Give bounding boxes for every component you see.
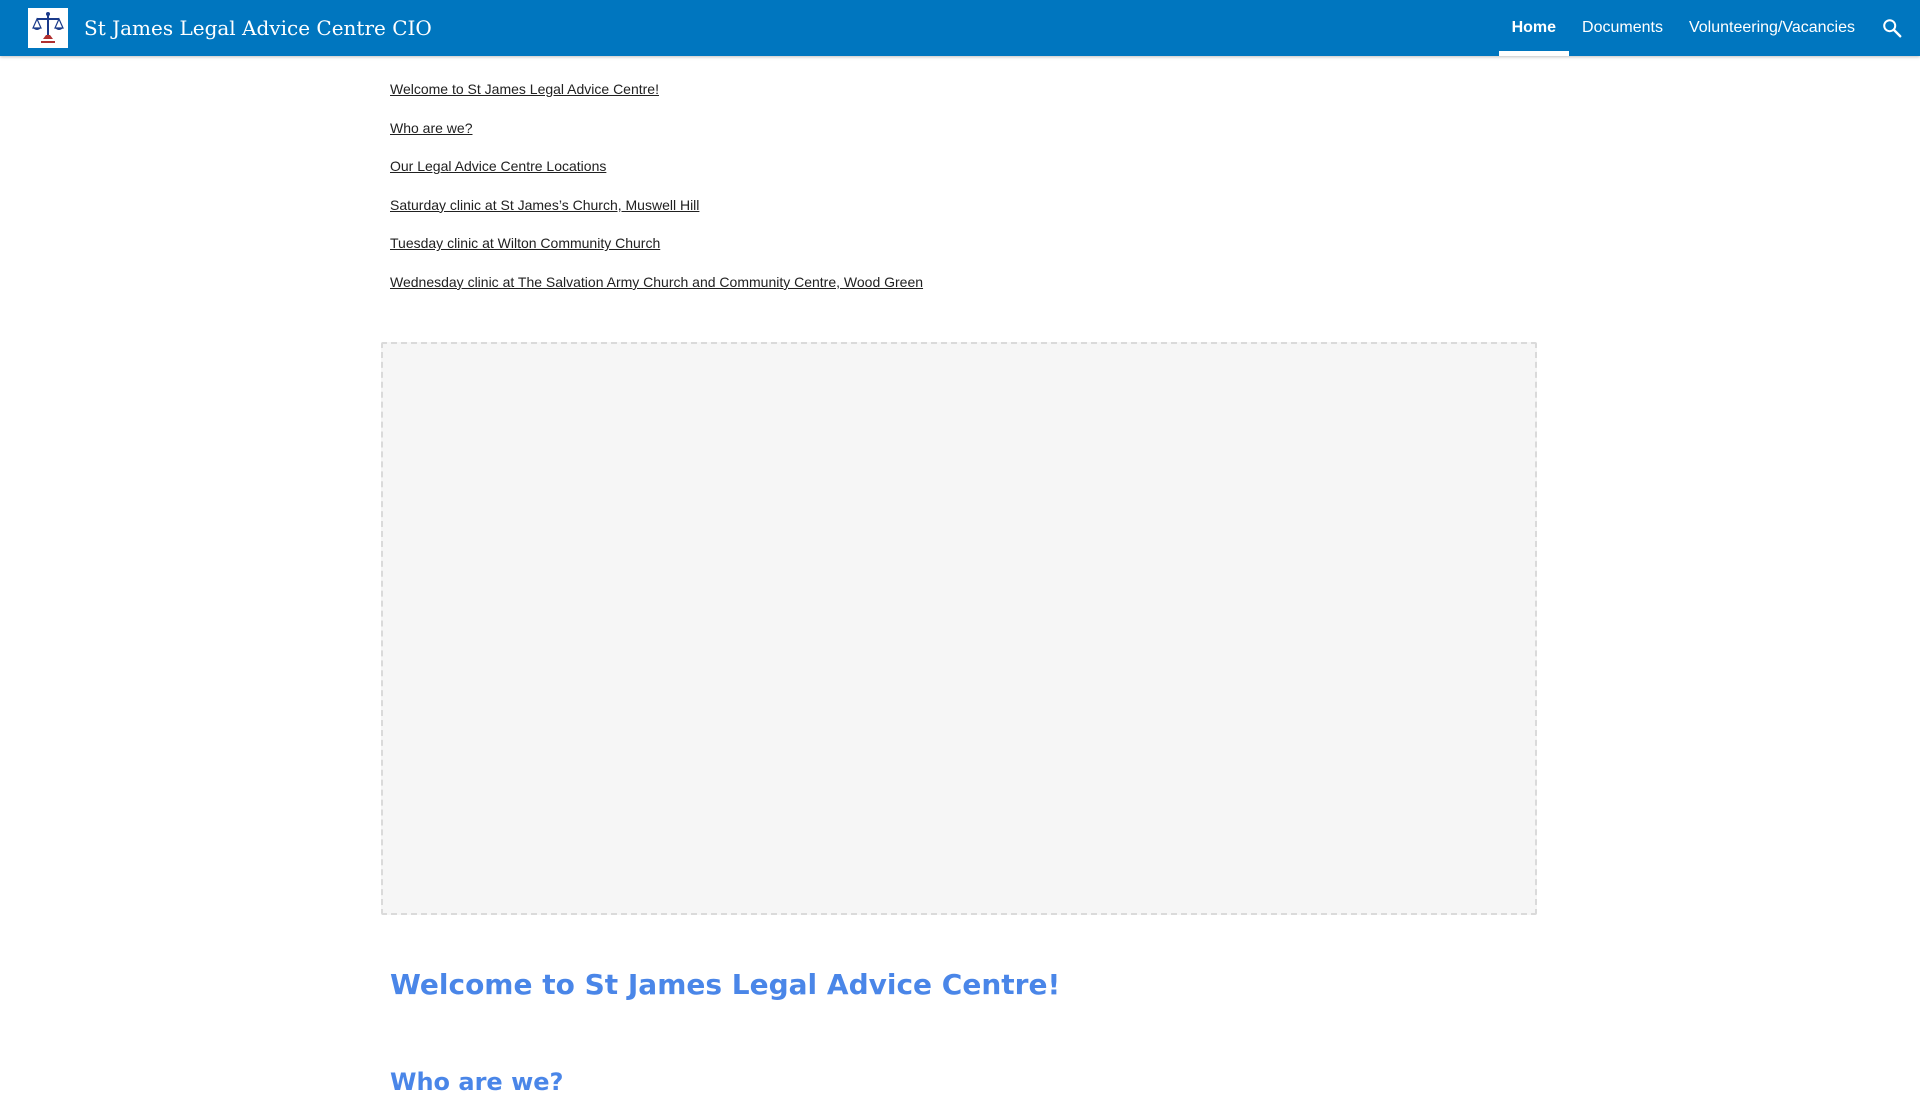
search-button[interactable] — [1868, 0, 1916, 56]
toc-link-who-are-we[interactable]: Who are we? — [390, 119, 923, 138]
nav-item-volunteering-vacancies[interactable]: Volunteering/Vacancies — [1676, 0, 1868, 56]
site-title[interactable]: St James Legal Advice Centre CIO — [84, 0, 432, 56]
toc-link-saturday-clinic[interactable]: Saturday clinic at St James’s Church, Mu… — [390, 196, 923, 215]
table-of-contents: Welcome to St James Legal Advice Centre!… — [390, 80, 923, 312]
main-nav: Home Documents Volunteering/Vacancies — [1498, 0, 1920, 56]
embedded-content-placeholder — [381, 342, 1537, 915]
toc-link-welcome[interactable]: Welcome to St James Legal Advice Centre! — [390, 80, 923, 99]
section-heading-welcome: Welcome to St James Legal Advice Centre! — [390, 968, 1061, 1001]
scales-of-justice-icon[interactable] — [28, 8, 68, 48]
toc-link-locations[interactable]: Our Legal Advice Centre Locations — [390, 157, 923, 176]
section-heading-who-are-we: Who are we? — [390, 1068, 564, 1096]
nav-item-home[interactable]: Home — [1498, 0, 1570, 56]
toc-link-wednesday-clinic[interactable]: Wednesday clinic at The Salvation Army C… — [390, 273, 923, 292]
search-icon — [1883, 19, 1902, 38]
toc-link-tuesday-clinic[interactable]: Tuesday clinic at Wilton Community Churc… — [390, 234, 923, 253]
top-navigation-bar: St James Legal Advice Centre CIO Home Do… — [0, 0, 1920, 56]
nav-item-documents[interactable]: Documents — [1569, 0, 1676, 56]
